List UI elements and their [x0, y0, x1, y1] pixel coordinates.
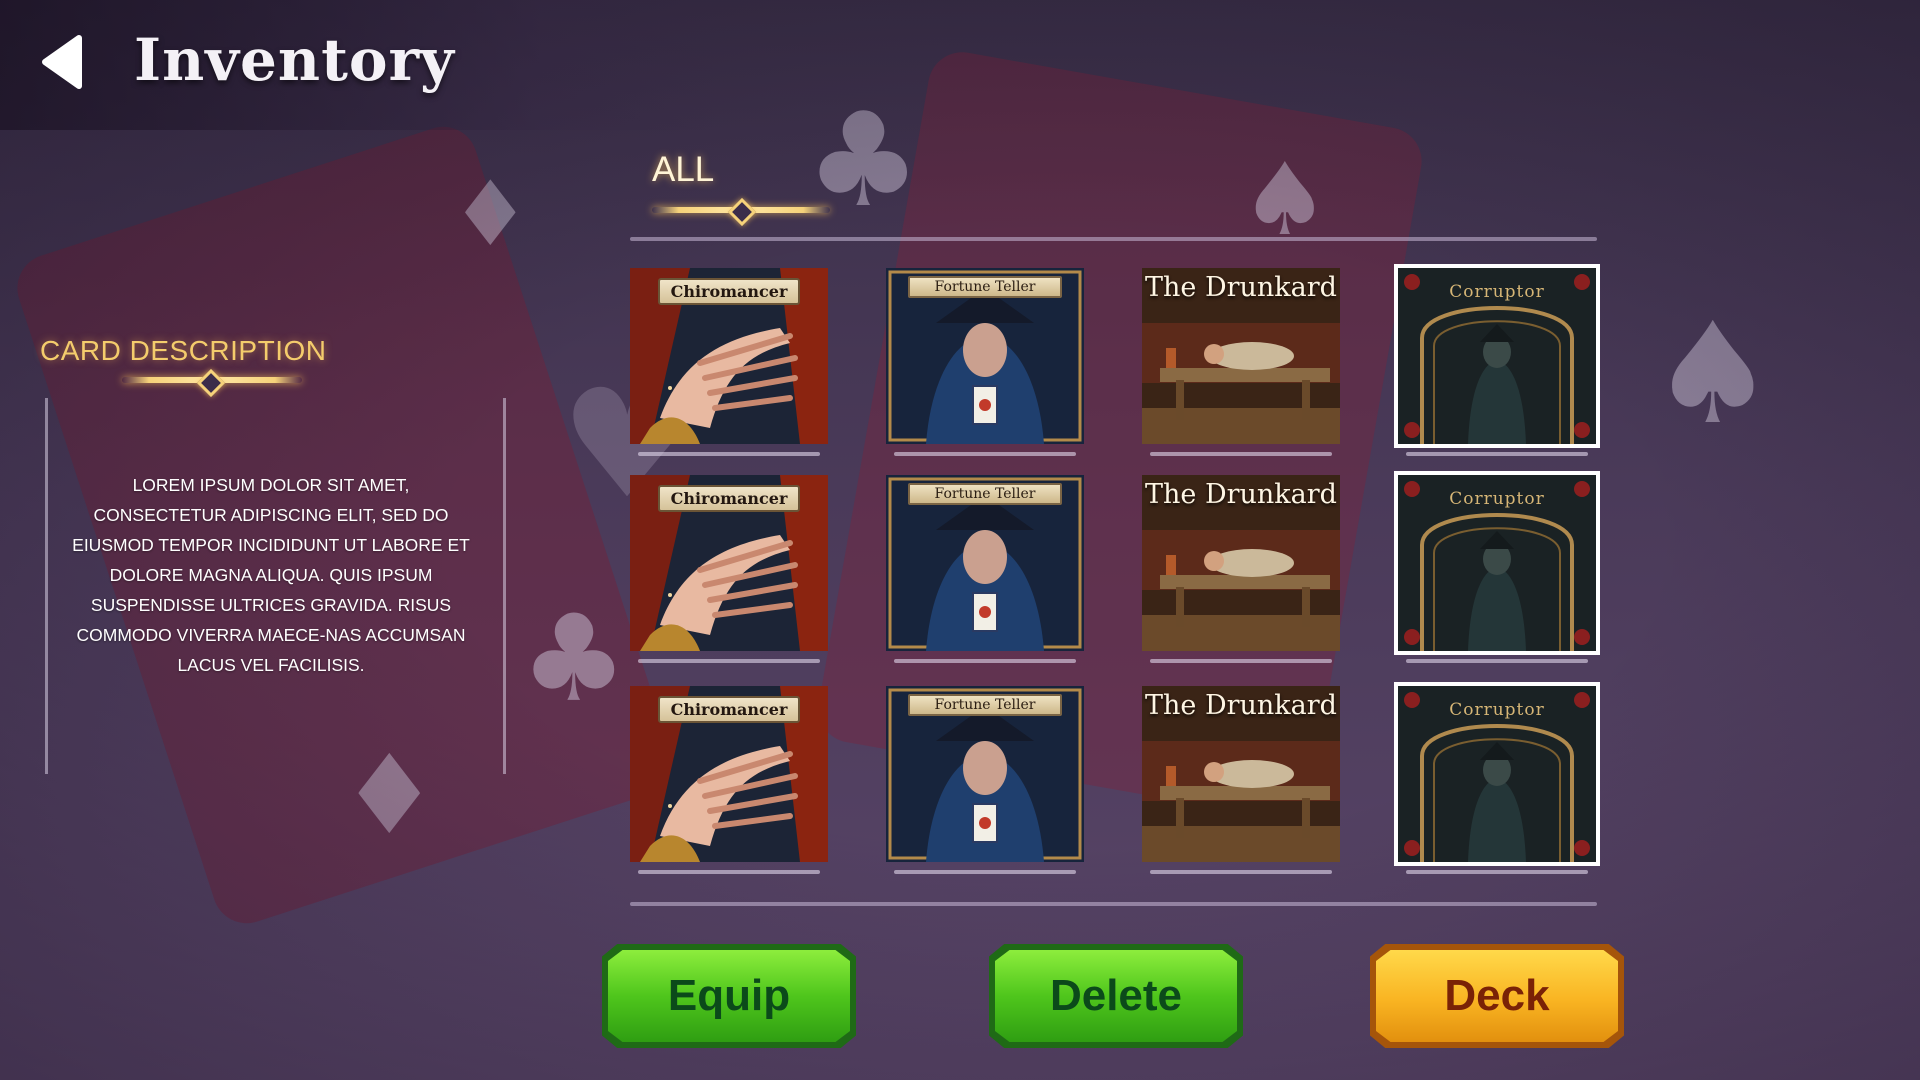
card-slot-drunkard[interactable]: The Drunkard: [1142, 686, 1340, 874]
grid-divider-bottom: [630, 902, 1597, 906]
header-bar: Inventory: [0, 0, 720, 130]
card-grid: Chiromancer Fortune Teller The Drunkard Cor…: [630, 264, 1600, 874]
card-shelf-line: [894, 452, 1076, 456]
card-shelf-line: [1150, 870, 1332, 874]
grid-divider-top: [630, 237, 1597, 241]
card-shelf-line: [1406, 659, 1588, 663]
card-slot-corruptor[interactable]: Corruptor: [1394, 682, 1600, 874]
panel-border-right: [503, 398, 506, 774]
card-description-text: LOREM IPSUM DOLOR SIT AMET, CONSECTETUR …: [72, 475, 470, 675]
tab-ornament-icon: [727, 197, 757, 227]
card-shelf-line: [1406, 870, 1588, 874]
equip-button[interactable]: Equip: [602, 944, 856, 1048]
card-shelf-line: [1150, 452, 1332, 456]
background-diamond-icon: ♦: [340, 731, 439, 859]
panel-border-left: [45, 398, 48, 774]
card-description-heading: CARD DESCRIPTION: [40, 335, 327, 366]
equip-button-label: Equip: [667, 971, 791, 1020]
background-club-icon: ♣: [520, 590, 628, 729]
tab-all[interactable]: ALL: [652, 150, 714, 190]
back-button[interactable]: [35, 32, 91, 92]
card-shelf-line: [638, 659, 820, 663]
card-art-chiromancer: [630, 686, 828, 862]
card-slot-fortune-teller[interactable]: Fortune Teller: [886, 475, 1084, 663]
card-slot-chiromancer[interactable]: Chiromancer: [630, 475, 828, 663]
card-art-chiromancer: [630, 475, 828, 651]
card-shelf-line: [1150, 659, 1332, 663]
card-art-corruptor: [1398, 268, 1596, 444]
background-diamond-icon: ♦: [450, 162, 531, 267]
background-spade-icon: ♠: [1650, 293, 1776, 456]
card-slot-chiromancer[interactable]: Chiromancer: [630, 686, 828, 874]
heading-ornament-icon: [196, 368, 226, 398]
page-title: Inventory: [134, 26, 455, 94]
card-art-drunkard: [1142, 475, 1340, 651]
card-shelf-line: [894, 659, 1076, 663]
background-club-icon: ♣: [805, 84, 922, 236]
card-art-fortune-teller: [886, 268, 1084, 444]
delete-button-label: Delete: [1049, 971, 1183, 1020]
card-art-fortune-teller: [886, 475, 1084, 651]
card-shelf-line: [1406, 452, 1588, 456]
card-slot-drunkard[interactable]: The Drunkard: [1142, 268, 1340, 456]
card-art-drunkard: [1142, 686, 1340, 862]
card-slot-fortune-teller[interactable]: Fortune Teller: [886, 686, 1084, 874]
card-slot-fortune-teller[interactable]: Fortune Teller: [886, 268, 1084, 456]
card-shelf-line: [894, 870, 1076, 874]
card-art-fortune-teller: [886, 686, 1084, 862]
background-spade-icon: ♠: [1240, 141, 1330, 258]
card-slot-drunkard[interactable]: The Drunkard: [1142, 475, 1340, 663]
card-shelf-line: [638, 870, 820, 874]
card-art-chiromancer: [630, 268, 828, 444]
card-slot-corruptor[interactable]: Corruptor: [1394, 264, 1600, 456]
delete-button[interactable]: Delete: [989, 944, 1243, 1048]
card-art-corruptor: [1398, 686, 1596, 862]
card-art-drunkard: [1142, 268, 1340, 444]
card-shelf-line: [638, 452, 820, 456]
card-slot-corruptor[interactable]: Corruptor: [1394, 471, 1600, 663]
back-arrow-icon: [42, 35, 82, 89]
card-art-corruptor: [1398, 475, 1596, 651]
card-slot-chiromancer[interactable]: Chiromancer: [630, 268, 828, 456]
deck-button[interactable]: Deck: [1370, 944, 1624, 1048]
deck-button-label: Deck: [1444, 971, 1550, 1020]
